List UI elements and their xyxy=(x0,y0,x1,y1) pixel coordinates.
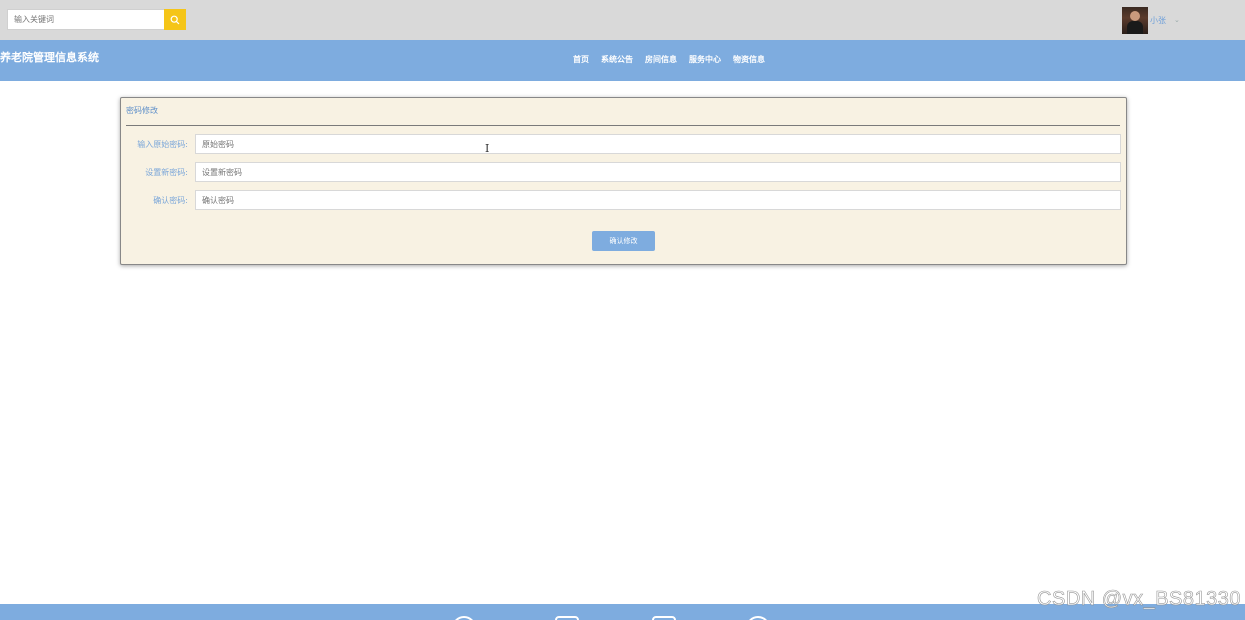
new-password-field[interactable] xyxy=(195,162,1121,182)
top-bar: 小张 ⌄ xyxy=(0,0,1245,40)
password-change-panel: 密码修改 输入原始密码: 设置新密码: 确认密码: 确认修改 xyxy=(120,97,1127,265)
site-title: 养老院管理信息系统 xyxy=(0,51,99,64)
panel-title: 密码修改 xyxy=(126,106,158,115)
old-password-label: 输入原始密码: xyxy=(137,140,188,149)
panel-divider xyxy=(126,125,1120,126)
nav-bar: 养老院管理信息系统 首页 系统公告 房间信息 服务中心 物资信息 xyxy=(0,40,1245,81)
search-input[interactable] xyxy=(7,9,165,30)
user-name[interactable]: 小张 xyxy=(1150,15,1166,26)
nav-item-announcements[interactable]: 系统公告 xyxy=(601,54,633,65)
chevron-down-icon[interactable]: ⌄ xyxy=(1174,16,1180,24)
search-icon xyxy=(170,15,180,24)
search-button[interactable] xyxy=(164,9,186,30)
watermark: CSDN @vx_BS81330 xyxy=(1037,588,1241,611)
footer-circle-icon xyxy=(452,616,476,620)
footer-square-icon xyxy=(555,616,579,620)
confirm-password-label: 确认密码: xyxy=(153,196,188,205)
text-cursor-icon: I xyxy=(485,142,490,155)
new-password-label: 设置新密码: xyxy=(145,168,188,177)
user-menu[interactable]: 小张 ⌄ xyxy=(1122,6,1180,34)
footer-square-icon xyxy=(652,616,676,620)
confirm-password-field[interactable] xyxy=(195,190,1121,210)
footer-circle-icon xyxy=(746,616,770,620)
form-row-old-password: 输入原始密码: xyxy=(121,134,1128,154)
form-row-new-password: 设置新密码: xyxy=(121,162,1128,182)
nav-item-supplies[interactable]: 物资信息 xyxy=(733,54,765,65)
nav-item-home[interactable]: 首页 xyxy=(573,54,589,65)
nav-links: 首页 系统公告 房间信息 服务中心 物资信息 xyxy=(573,54,777,65)
nav-item-rooms[interactable]: 房间信息 xyxy=(645,54,677,65)
form-row-confirm-password: 确认密码: xyxy=(121,190,1128,210)
nav-item-service-center[interactable]: 服务中心 xyxy=(689,54,721,65)
avatar[interactable] xyxy=(1122,6,1148,34)
old-password-field[interactable] xyxy=(195,134,1121,154)
confirm-change-button[interactable]: 确认修改 xyxy=(592,231,655,251)
